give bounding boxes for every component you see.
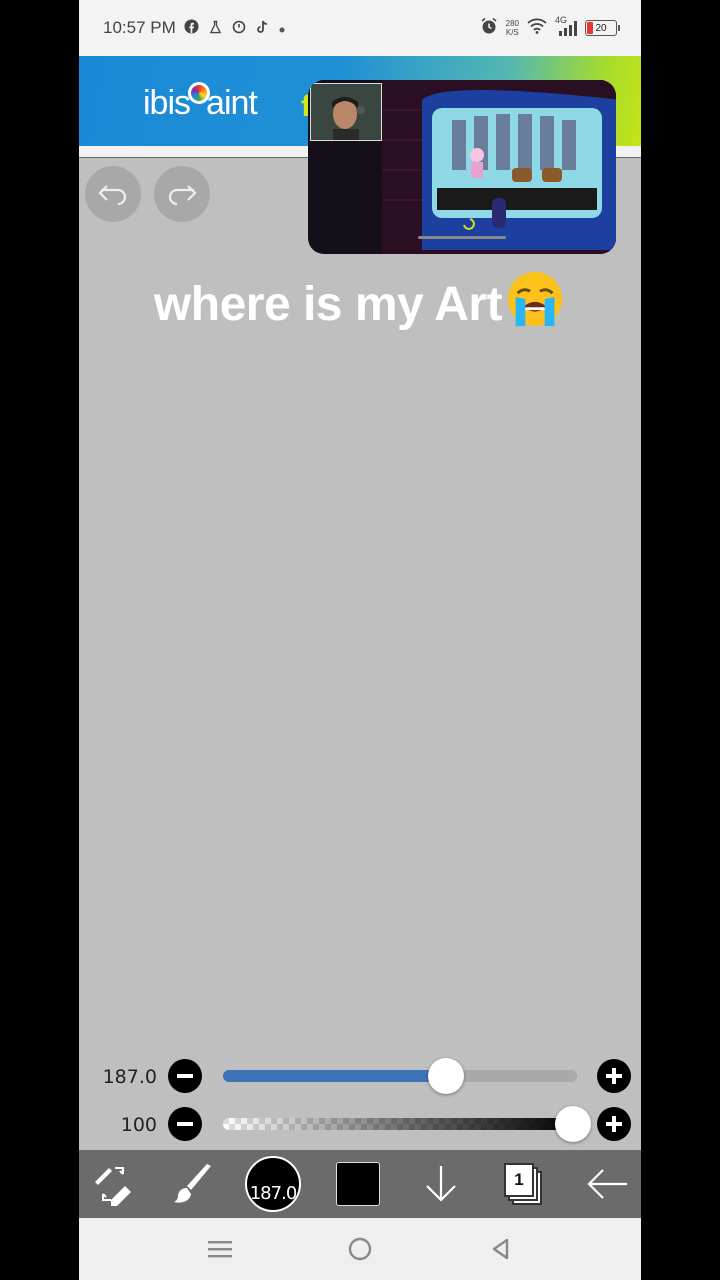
triangle-back-icon [492,1238,509,1260]
layers-button[interactable]: 1 [496,1156,552,1212]
system-navigation-bar [79,1218,641,1280]
back-button[interactable] [579,1156,635,1212]
brush-size-increase-button[interactable] [597,1059,631,1093]
layer-down-button[interactable] [413,1156,469,1212]
recent-apps-button[interactable] [205,1234,235,1264]
opacity-handle[interactable] [555,1106,592,1142]
brush-eraser-swap-icon [95,1167,131,1206]
layers-icon: 1 [504,1163,544,1205]
battery-level: 20 [595,22,607,34]
network-speed-value: 280 [505,19,519,28]
tool-selection-button[interactable] [85,1156,141,1212]
wifi-icon [527,18,547,39]
floating-video-overlay[interactable] [308,80,616,254]
minus-icon [177,1122,193,1126]
opacity-slider-row: 100 [79,1104,641,1144]
alarm-clock-icon [232,20,246,37]
video-game-scene [382,80,616,254]
color-picker-button[interactable] [330,1156,386,1212]
brush-icon [174,1164,211,1203]
brush-size-button[interactable]: 187.0 [245,1156,301,1212]
opacity-value: 100 [120,1114,157,1136]
brush-size-fill [223,1070,447,1082]
opacity-increase-button[interactable] [597,1107,631,1141]
brush-size-value: 187.0 [102,1066,157,1088]
logo-suffix: aint [206,84,258,122]
layer-number: 1 [514,1170,524,1189]
home-button[interactable] [345,1234,375,1264]
system-back-button[interactable] [485,1234,515,1264]
undo-button[interactable] [85,166,141,222]
alarm-icon [480,17,498,40]
flask-icon [209,20,222,37]
brush-size-label: 187.0 [249,1183,298,1204]
tiktok-icon [256,20,269,37]
video-progress-bar[interactable] [418,236,506,239]
logo-prefix: ibis [143,84,191,122]
drawing-canvas[interactable]: where is my Art [79,158,641,1050]
current-color-swatch [336,1162,380,1206]
dot-icon [279,21,285,36]
network-speed: 280 K/S [506,19,519,37]
caption-text: where is my Art [153,278,503,331]
bottom-toolbar: 187.0 1 [79,1150,641,1218]
webcam-feed [310,83,382,141]
opacity-decrease-button[interactable] [168,1107,202,1141]
brush-size-slider[interactable] [223,1058,577,1094]
status-time: 10:57 PM [103,18,176,37]
circle-home-icon [348,1237,372,1261]
facebook-icon [184,19,199,37]
brush-sliders: 187.0 100 [79,1050,641,1150]
redo-icon [168,185,197,206]
signal-icon: 4G [555,15,577,37]
arrow-down-icon [426,1166,456,1202]
arrow-left-icon [587,1169,627,1199]
brush-size-decrease-button[interactable] [168,1059,202,1093]
phone-screen: 10:57 PM 280 K/S 4G 20 ibis aint f where… [79,0,641,1280]
brush-size-slider-row: 187.0 [79,1056,641,1096]
brush-tool-button[interactable] [167,1156,223,1212]
plus-icon [606,1116,622,1132]
ibispaint-logo: ibis aint [143,82,258,123]
network-speed-unit: K/S [505,28,519,37]
plus-icon [606,1068,622,1084]
minus-icon [177,1074,193,1078]
battery-icon: 20 [585,20,620,36]
loudly-crying-face-icon [507,271,563,327]
undo-icon [98,185,127,206]
opacity-slider[interactable] [223,1106,592,1142]
redo-button[interactable] [154,166,210,222]
status-bar: 10:57 PM 280 K/S 4G 20 [79,0,641,56]
menu-icon [208,1241,232,1258]
brush-size-handle[interactable] [428,1058,465,1094]
canvas-caption: where is my Art [79,268,641,332]
